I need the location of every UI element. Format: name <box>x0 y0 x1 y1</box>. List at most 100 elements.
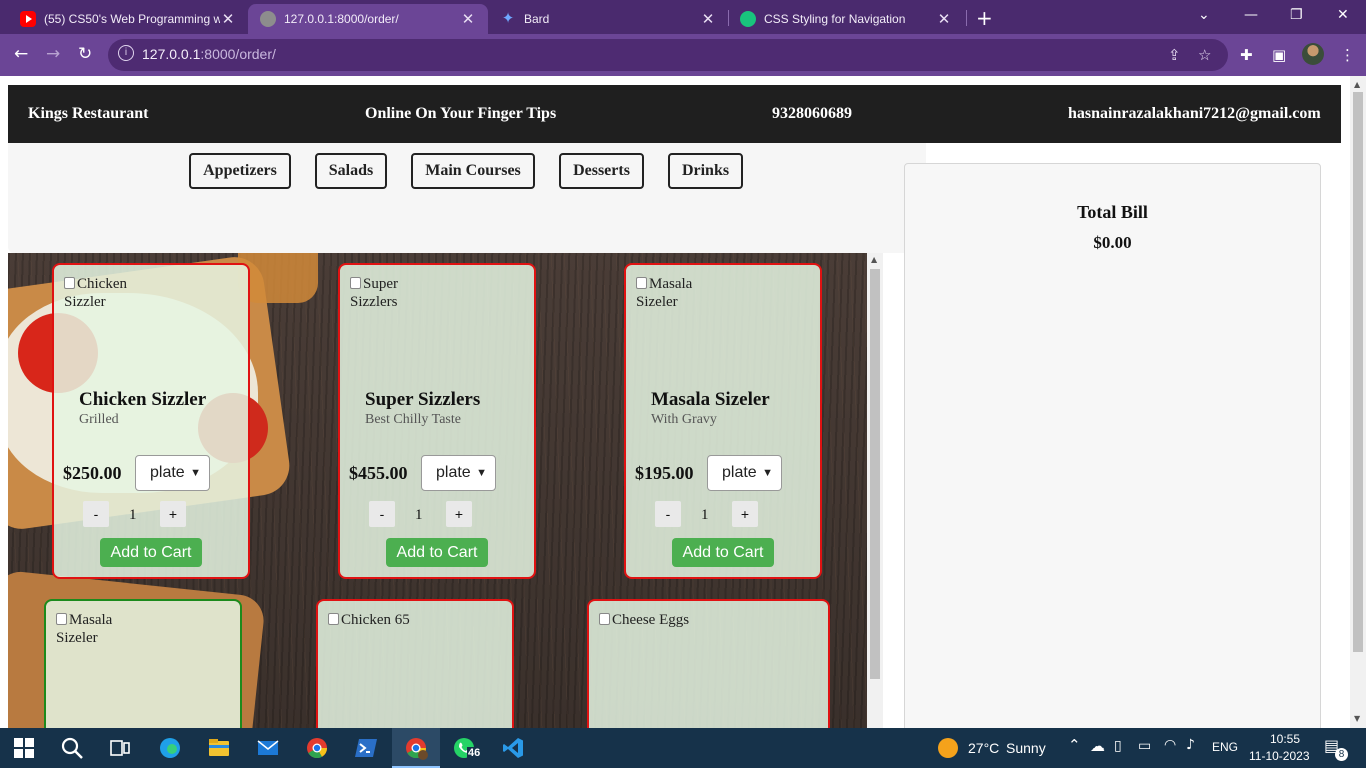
category-desserts-button[interactable]: Desserts <box>559 153 644 189</box>
menu-items-area[interactable]: Chicken Sizzler Chicken Sizzler Grilled … <box>8 253 867 728</box>
broken-image: Masala Sizeler <box>56 612 113 646</box>
forward-arrow-icon[interactable]: → <box>46 44 60 64</box>
battery-icon[interactable]: ▭ <box>1138 738 1151 754</box>
tagline: Online On Your Finger Tips <box>365 105 557 122</box>
tab-order[interactable]: 127.0.0.1:8000/order/ ✕ <box>248 4 488 34</box>
site-header: Kings Restaurant Online On Your Finger T… <box>8 85 1341 143</box>
clock-time[interactable]: 10:55 <box>1263 732 1307 746</box>
increase-qty-button[interactable]: + <box>160 501 186 527</box>
bill-panel: Total Bill $0.00 <box>904 163 1321 728</box>
unit-select[interactable]: plate ▼ <box>707 455 782 491</box>
menu-card: Masala Sizeler Masala Sizeler With Gravy… <box>624 263 822 579</box>
tab-css-styling[interactable]: CSS Styling for Navigation ✕ <box>728 4 964 34</box>
item-price: $250.00 <box>63 463 122 483</box>
file-explorer-icon[interactable] <box>207 736 231 760</box>
more-menu-icon[interactable]: ⋮ <box>1340 46 1355 64</box>
category-main-courses-button[interactable]: Main Courses <box>411 153 535 189</box>
item-description: Best Chilly Taste <box>365 412 461 427</box>
youtube-icon <box>20 11 36 27</box>
chevron-down-icon: ▼ <box>190 467 201 479</box>
scroll-up-arrow-icon[interactable]: ▲ <box>871 255 877 264</box>
chevron-down-icon: ▼ <box>762 467 773 479</box>
weather-condition[interactable]: Sunny <box>1006 740 1046 756</box>
scroll-down-arrow-icon[interactable]: ▼ <box>1354 714 1360 723</box>
broken-image: Chicken 65 <box>328 611 478 629</box>
side-panel-icon[interactable]: ▣ <box>1272 46 1286 64</box>
profile-avatar[interactable] <box>1302 43 1324 65</box>
item-description: With Gravy <box>651 412 717 427</box>
item-price: $455.00 <box>349 463 408 483</box>
menu-card: Chicken Sizzler Chicken Sizzler Grilled … <box>52 263 250 579</box>
broken-image-icon <box>350 277 361 289</box>
close-icon[interactable]: ✕ <box>220 10 236 28</box>
language-indicator[interactable]: ENG <box>1212 740 1238 754</box>
unit-select[interactable]: plate ▼ <box>135 455 210 491</box>
add-to-cart-button[interactable]: Add to Cart <box>386 538 488 567</box>
clock-date[interactable]: 11-10-2023 <box>1249 749 1310 763</box>
brand-name[interactable]: Kings Restaurant <box>28 105 148 123</box>
new-tab-icon[interactable]: + <box>976 6 993 30</box>
close-icon[interactable]: ✕ <box>700 10 716 28</box>
address-bar[interactable]: i 127.0.0.1:8000/order/ ⇪ ☆ <box>108 39 1228 71</box>
scrollbar-thumb[interactable] <box>1353 92 1363 652</box>
mail-icon[interactable] <box>256 736 280 760</box>
whatsapp-badge: 46 <box>467 747 482 759</box>
chevron-up-icon[interactable]: ⌃ <box>1068 736 1081 754</box>
volume-icon[interactable]: ♪ <box>1186 737 1195 753</box>
minimize-icon[interactable]: — <box>1244 7 1258 23</box>
broken-image-icon <box>328 613 339 625</box>
vscode-icon[interactable] <box>501 736 525 760</box>
site-info-icon[interactable]: i <box>118 45 134 61</box>
unit-select[interactable]: plate ▼ <box>421 455 496 491</box>
item-name: Chicken Sizzler <box>79 389 207 410</box>
tab-search-chevron-icon[interactable]: ⌄ <box>1198 7 1210 23</box>
weather-temperature[interactable]: 27°C <box>968 740 999 756</box>
broken-image: Super Sizzlers <box>350 276 398 310</box>
windows-start-icon[interactable] <box>12 736 36 760</box>
browser-toolbar: ← → ↻ i 127.0.0.1:8000/order/ ⇪ ☆ ✚ ▣ ⋮ <box>0 34 1366 76</box>
background-food-image <box>238 253 318 303</box>
taskbar: 46 27°C Sunny ⌃ ☁ ▯ ▭ ◠ ♪ ENG 10:55 11-1… <box>0 728 1366 768</box>
chrome-icon[interactable] <box>305 736 329 760</box>
tab-cs50[interactable]: (55) CS50's Web Programming w ✕ <box>8 4 248 34</box>
scrollbar-thumb[interactable] <box>870 269 880 679</box>
bookmark-star-icon[interactable]: ☆ <box>1198 46 1211 64</box>
decrease-qty-button[interactable]: - <box>655 501 681 527</box>
search-icon[interactable] <box>60 736 84 760</box>
phone-link-icon[interactable]: ▯ <box>1114 738 1122 754</box>
decrease-qty-button[interactable]: - <box>83 501 109 527</box>
quantity-value: 1 <box>129 507 137 523</box>
powershell-icon[interactable] <box>354 736 378 760</box>
close-icon[interactable]: ✕ <box>460 10 476 28</box>
chrome-profile-icon[interactable] <box>404 736 428 760</box>
page-scrollbar[interactable]: ▲ ▼ <box>1350 76 1366 728</box>
task-view-icon[interactable] <box>108 736 132 760</box>
close-icon[interactable]: ✕ <box>936 10 952 28</box>
scroll-up-arrow-icon[interactable]: ▲ <box>1354 80 1360 89</box>
extensions-puzzle-icon[interactable]: ✚ <box>1240 46 1253 64</box>
edge-browser-icon[interactable] <box>158 736 182 760</box>
add-to-cart-button[interactable]: Add to Cart <box>100 538 202 567</box>
category-appetizers-button[interactable]: Appetizers <box>189 153 291 189</box>
menu-scrollbar[interactable]: ▲ <box>867 253 883 728</box>
sun-weather-icon[interactable] <box>938 738 958 758</box>
category-salads-button[interactable]: Salads <box>315 153 387 189</box>
increase-qty-button[interactable]: + <box>732 501 758 527</box>
reload-icon[interactable]: ↻ <box>78 44 92 64</box>
quantity-value: 1 <box>415 507 423 523</box>
restore-icon[interactable]: ❐ <box>1290 7 1303 23</box>
decrease-qty-button[interactable]: - <box>369 501 395 527</box>
menu-card: Chicken 65 <box>316 599 514 728</box>
add-to-cart-button[interactable]: Add to Cart <box>672 538 774 567</box>
category-drinks-button[interactable]: Drinks <box>668 153 743 189</box>
tab-bard[interactable]: ✦ Bard ✕ <box>488 4 728 34</box>
back-arrow-icon[interactable]: ← <box>14 44 28 64</box>
wifi-icon[interactable]: ◠ <box>1164 737 1176 753</box>
increase-qty-button[interactable]: + <box>446 501 472 527</box>
onedrive-cloud-icon[interactable]: ☁ <box>1090 737 1105 755</box>
share-icon[interactable]: ⇪ <box>1168 46 1181 64</box>
menu-card: Masala Sizeler <box>44 599 242 728</box>
window-close-icon[interactable]: ✕ <box>1337 7 1349 23</box>
browser-tab-bar: (55) CS50's Web Programming w ✕ 127.0.0.… <box>0 0 1366 34</box>
url-text[interactable]: 127.0.0.1:8000/order/ <box>142 46 276 62</box>
